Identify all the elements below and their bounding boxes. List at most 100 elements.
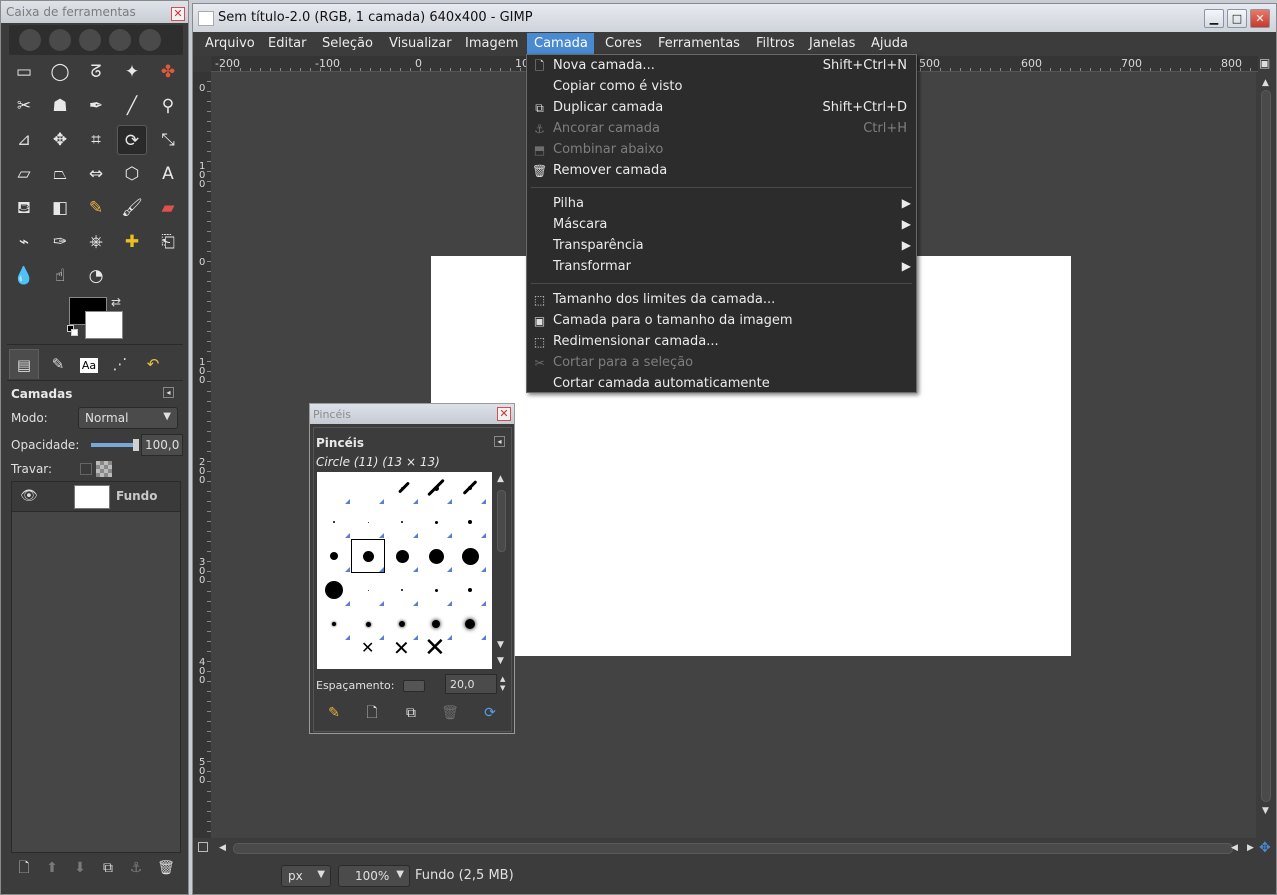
background-color-swatch[interactable] bbox=[85, 311, 123, 339]
raise-layer-icon[interactable]: ⬆ bbox=[43, 859, 61, 877]
close-button[interactable]: ✕ bbox=[1250, 9, 1270, 28]
brush-preview[interactable] bbox=[401, 589, 403, 591]
new-brush-icon[interactable]: 🗋 bbox=[362, 703, 382, 723]
brush-preview[interactable] bbox=[365, 621, 371, 627]
tab-layers-icon[interactable]: ▤ bbox=[9, 349, 39, 379]
brush-preview[interactable] bbox=[461, 547, 479, 565]
menu-item-redimensionar-camada[interactable]: ⬚ Redimensionar camada... bbox=[527, 332, 916, 353]
refresh-brushes-icon[interactable]: ⟳ bbox=[480, 703, 500, 723]
scroll-down-icon[interactable]: ▼ bbox=[497, 640, 504, 650]
vertical-ruler[interactable]: 0 1 0 0 0 1 0 0 2 0 0 3 0 0 4 0 0 5 0 0 bbox=[193, 72, 211, 838]
brushes-close-button[interactable]: ✕ bbox=[497, 407, 511, 421]
scroll-down-icon[interactable]: ▼ bbox=[497, 656, 504, 666]
lower-layer-icon[interactable]: ⬇ bbox=[71, 859, 89, 877]
brush-preview[interactable] bbox=[468, 520, 472, 524]
menu-arquivo[interactable]: Arquivo bbox=[205, 36, 255, 51]
opacity-slider[interactable] bbox=[91, 443, 137, 447]
zoom-icon[interactable]: ⚲ bbox=[153, 91, 183, 121]
brush-preview[interactable] bbox=[332, 622, 336, 626]
opacity-slider-handle[interactable] bbox=[133, 439, 139, 451]
brush-preview[interactable] bbox=[362, 550, 374, 562]
blend-icon[interactable]: ◧ bbox=[45, 193, 75, 223]
menu-item-cortar-para-a-selecao[interactable]: ✂ Cortar para a seleção bbox=[527, 353, 916, 374]
tab-paths-icon[interactable]: ⋰ bbox=[105, 349, 135, 379]
menu-item-combinar-abaixo[interactable]: ⬒ Combinar abaixo bbox=[527, 140, 916, 161]
brush-preview[interactable]: ✕ bbox=[361, 640, 374, 656]
paintbrush-icon[interactable]: 🖌 bbox=[117, 193, 147, 223]
menu-item-transformar[interactable]: Transformar ▶ bbox=[527, 257, 916, 278]
cage-icon[interactable]: ⬡ bbox=[117, 159, 147, 189]
duplicate-brush-icon[interactable]: ⧉ bbox=[401, 703, 421, 723]
menu-janelas[interactable]: Janelas bbox=[809, 36, 855, 51]
navigate-icon[interactable]: ✥ bbox=[1259, 840, 1271, 856]
brush-grid[interactable]: ✕ ✕ ✕ bbox=[317, 472, 492, 669]
tab-undo-icon[interactable]: ↶ bbox=[138, 349, 168, 379]
scroll-right-icon[interactable]: ◀ bbox=[1231, 843, 1238, 853]
vertical-scrollbar[interactable]: ▲ ▼ bbox=[1256, 72, 1276, 838]
brush-preview[interactable] bbox=[367, 521, 369, 523]
text-icon[interactable]: A bbox=[153, 159, 183, 189]
minimize-button[interactable]: ▁ bbox=[1204, 9, 1224, 28]
spacing-input[interactable]: 20,0 bbox=[445, 674, 497, 694]
menu-cores[interactable]: Cores bbox=[605, 36, 642, 51]
menu-selecao[interactable]: Seleção bbox=[322, 36, 373, 51]
brush-preview[interactable] bbox=[434, 520, 438, 524]
brush-grid-scrollbar[interactable]: ▲ ▼ ▼ bbox=[494, 472, 508, 669]
opacity-input[interactable]: 100,0 bbox=[141, 434, 183, 456]
brush-preview[interactable] bbox=[468, 588, 472, 592]
lock-pixels-checkbox[interactable] bbox=[80, 463, 92, 475]
edit-brush-icon[interactable]: ✎ bbox=[324, 703, 344, 723]
ellipse-select-icon[interactable]: ◯ bbox=[45, 57, 75, 87]
scroll-down-icon[interactable]: ▼ bbox=[1262, 806, 1269, 816]
dodge-burn-icon[interactable]: ◔ bbox=[81, 261, 111, 291]
ink-icon[interactable]: ✑ bbox=[45, 227, 75, 257]
crop-icon[interactable]: ⌗ bbox=[81, 125, 111, 155]
brush-scroll-thumb[interactable] bbox=[497, 490, 506, 552]
scroll-left-icon[interactable]: ◀ bbox=[219, 843, 226, 853]
quick-mask-toggle[interactable] bbox=[198, 842, 208, 852]
menu-imagem[interactable]: Imagem bbox=[465, 36, 518, 51]
scroll-up-icon[interactable]: ▲ bbox=[497, 474, 504, 484]
panel-menu-icon[interactable]: ◂ bbox=[163, 387, 174, 398]
scale-icon[interactable]: ⤡ bbox=[153, 125, 183, 155]
brush-preview[interactable] bbox=[367, 589, 369, 591]
brush-preview[interactable] bbox=[399, 621, 405, 627]
clone-icon[interactable]: ⎈ bbox=[81, 227, 111, 257]
eye-icon[interactable]: 👁 bbox=[20, 488, 38, 504]
menu-item-pilha[interactable]: Pilha ▶ bbox=[527, 194, 916, 215]
menu-ferramentas[interactable]: Ferramentas bbox=[658, 36, 740, 51]
duplicate-layer-icon[interactable]: ⧉ bbox=[99, 859, 117, 877]
delete-brush-icon[interactable]: 🗑 bbox=[440, 703, 460, 723]
trash-icon[interactable]: 🗑 bbox=[157, 859, 175, 877]
spacing-slider[interactable] bbox=[403, 680, 425, 692]
bucket-fill-icon[interactable]: ⛾ bbox=[9, 193, 39, 223]
lock-alpha-icon[interactable] bbox=[96, 461, 112, 477]
free-select-icon[interactable]: ᘔ bbox=[81, 57, 111, 87]
brush-preview[interactable] bbox=[325, 581, 343, 599]
brush-preview[interactable] bbox=[462, 480, 478, 495]
new-layer-icon[interactable]: 🗋 bbox=[15, 859, 33, 877]
menu-item-tamanho-dos-limites-da-camada[interactable]: ⬚ Tamanho dos limites da camada... bbox=[527, 290, 916, 311]
scissors-select-icon[interactable]: ✂ bbox=[9, 91, 39, 121]
color-picker-icon[interactable]: ╱ bbox=[117, 91, 147, 121]
zoom-select[interactable]: 100% ▼ bbox=[338, 865, 410, 887]
heal-icon[interactable]: ✚ bbox=[117, 227, 147, 257]
menu-camada[interactable]: Camada bbox=[527, 33, 594, 55]
toolbox-close-button[interactable]: ✕ bbox=[171, 7, 185, 21]
ruler-corner[interactable] bbox=[193, 56, 211, 72]
perspective-clone-icon[interactable]: ⎗ bbox=[153, 227, 183, 257]
menu-item-nova-camada[interactable]: 🗋 Nova camada... Shift+Ctrl+N bbox=[527, 56, 916, 77]
layer-row[interactable]: 👁 Fundo bbox=[12, 482, 180, 512]
measure-icon[interactable]: ⊿ bbox=[9, 125, 39, 155]
layer-name[interactable]: Fundo bbox=[116, 489, 158, 503]
brush-preview[interactable] bbox=[432, 620, 440, 628]
menu-item-camada-para-o-tamanho-da-imagem[interactable]: ▣ Camada para o tamanho da imagem bbox=[527, 311, 916, 332]
brush-preview[interactable] bbox=[434, 588, 438, 592]
brush-preview[interactable]: ✕ bbox=[393, 638, 410, 658]
rect-select-icon[interactable]: ▭ bbox=[9, 57, 39, 87]
foreground-select-icon[interactable]: ☗ bbox=[45, 91, 75, 121]
blur-icon[interactable]: 💧 bbox=[9, 261, 39, 291]
tab-channels-icon[interactable]: ✎ bbox=[43, 349, 73, 379]
spin-up-icon[interactable]: ▲ bbox=[500, 675, 505, 683]
unit-select[interactable]: px ▼ bbox=[281, 865, 331, 887]
